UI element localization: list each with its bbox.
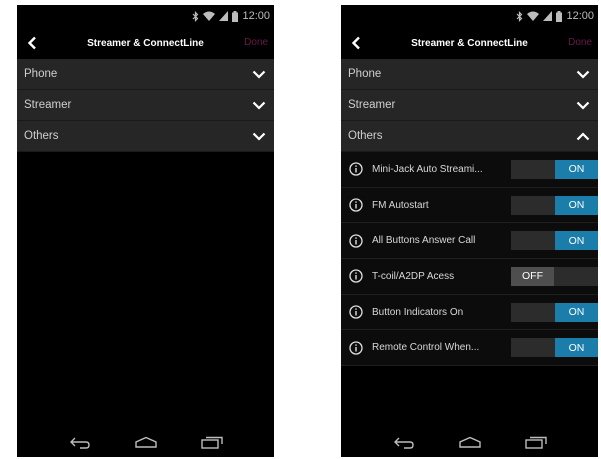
setting-toggle[interactable]: OFF (511, 266, 598, 286)
home-nav-icon (134, 436, 157, 448)
setting-row-all-buttons-answer-call: All Buttons Answer Call ON (341, 223, 598, 260)
recent-apps-button[interactable] (200, 436, 223, 449)
section-phone[interactable]: Phone (341, 59, 598, 90)
section-label: Others (348, 130, 383, 142)
info-icon[interactable] (349, 198, 363, 212)
chevron-down-icon (252, 101, 266, 110)
setting-toggle[interactable]: ON (511, 231, 598, 251)
chevron-down-icon (252, 132, 266, 141)
done-button[interactable]: Done (568, 27, 592, 59)
status-time: 12:00 (566, 10, 594, 22)
setting-row-mini-jack-auto-streaming: Mini-Jack Auto Streami... ON (341, 152, 598, 188)
home-nav-button[interactable] (458, 436, 482, 448)
back-nav-icon (69, 437, 90, 449)
toggle-state: ON (555, 231, 598, 251)
status-bar: 12:00 (341, 5, 598, 27)
setting-label: Remote Control When... (372, 342, 480, 354)
section-others[interactable]: Others (341, 121, 598, 152)
section-label: Streamer (24, 99, 72, 111)
setting-row-tcoil-a2dp-access: T-coil/A2DP Acess OFF (341, 259, 598, 295)
chevron-down-icon (576, 70, 590, 79)
recent-apps-button[interactable] (524, 436, 547, 449)
bluetooth-icon (517, 10, 523, 22)
section-streamer[interactable]: Streamer (17, 90, 274, 121)
back-button[interactable] (17, 27, 47, 59)
info-icon[interactable] (349, 305, 363, 319)
navigation-bar (17, 427, 274, 457)
setting-toggle[interactable]: ON (511, 338, 598, 358)
signal-icon (219, 11, 229, 21)
section-others[interactable]: Others (17, 121, 274, 152)
section-streamer[interactable]: Streamer (341, 90, 598, 121)
setting-label: T-coil/A2DP Acess (372, 270, 455, 282)
phone-screen-collapsed: 12:00 Streamer & ConnectLine Done Phone … (17, 5, 274, 457)
back-nav-button[interactable] (69, 436, 91, 449)
info-icon[interactable] (349, 341, 363, 355)
wifi-icon (527, 11, 540, 21)
setting-toggle[interactable]: ON (511, 195, 598, 215)
setting-row-fm-autostart: FM Autostart ON (341, 188, 598, 224)
chevron-up-icon (576, 131, 590, 140)
app-header: Streamer & ConnectLine Done (17, 27, 274, 59)
home-nav-button[interactable] (134, 436, 158, 448)
setting-label: Button Indicators On (372, 306, 464, 318)
home-nav-icon (458, 436, 481, 448)
setting-toggle[interactable]: ON (511, 159, 598, 179)
others-settings-list: Mini-Jack Auto Streami... ON FM Autostar… (341, 152, 598, 367)
setting-row-remote-control-when: Remote Control When... ON (341, 330, 598, 367)
wifi-icon (203, 11, 216, 21)
signal-icon (543, 11, 553, 21)
phone-screen-expanded: 12:00 Streamer & ConnectLine Done Phone … (341, 5, 598, 457)
navigation-bar (341, 427, 598, 457)
status-time: 12:00 (242, 10, 270, 22)
page-title: Streamer & ConnectLine (411, 37, 528, 49)
setting-label: FM Autostart (372, 199, 429, 211)
toggle-state: ON (555, 195, 598, 215)
chevron-left-icon (27, 36, 36, 50)
info-icon[interactable] (349, 162, 363, 176)
done-button[interactable]: Done (244, 27, 268, 59)
app-header: Streamer & ConnectLine Done (341, 27, 598, 59)
chevron-down-icon (576, 101, 590, 110)
setting-row-button-indicators-on: Button Indicators On ON (341, 295, 598, 331)
bluetooth-icon (193, 10, 199, 22)
back-button[interactable] (341, 27, 371, 59)
chevron-down-icon (252, 70, 266, 79)
toggle-state: OFF (511, 266, 554, 286)
battery-icon (556, 10, 563, 22)
setting-label: Mini-Jack Auto Streami... (372, 163, 483, 175)
toggle-state: ON (555, 159, 598, 179)
recent-apps-icon (524, 436, 547, 449)
page-title: Streamer & ConnectLine (87, 37, 204, 49)
status-bar: 12:00 (17, 5, 274, 27)
battery-icon (232, 10, 239, 22)
info-icon[interactable] (349, 234, 363, 248)
section-label: Phone (24, 68, 58, 80)
chevron-left-icon (351, 36, 360, 50)
info-icon[interactable] (349, 269, 363, 284)
section-label: Phone (348, 68, 382, 80)
section-label: Streamer (348, 99, 396, 111)
section-label: Others (24, 130, 59, 142)
back-nav-button[interactable] (393, 436, 415, 449)
recent-apps-icon (200, 436, 223, 449)
section-phone[interactable]: Phone (17, 59, 274, 90)
setting-toggle[interactable]: ON (511, 302, 598, 322)
toggle-state: ON (555, 338, 598, 358)
setting-label: All Buttons Answer Call (372, 235, 476, 247)
toggle-state: ON (555, 302, 598, 322)
back-nav-icon (393, 437, 414, 449)
